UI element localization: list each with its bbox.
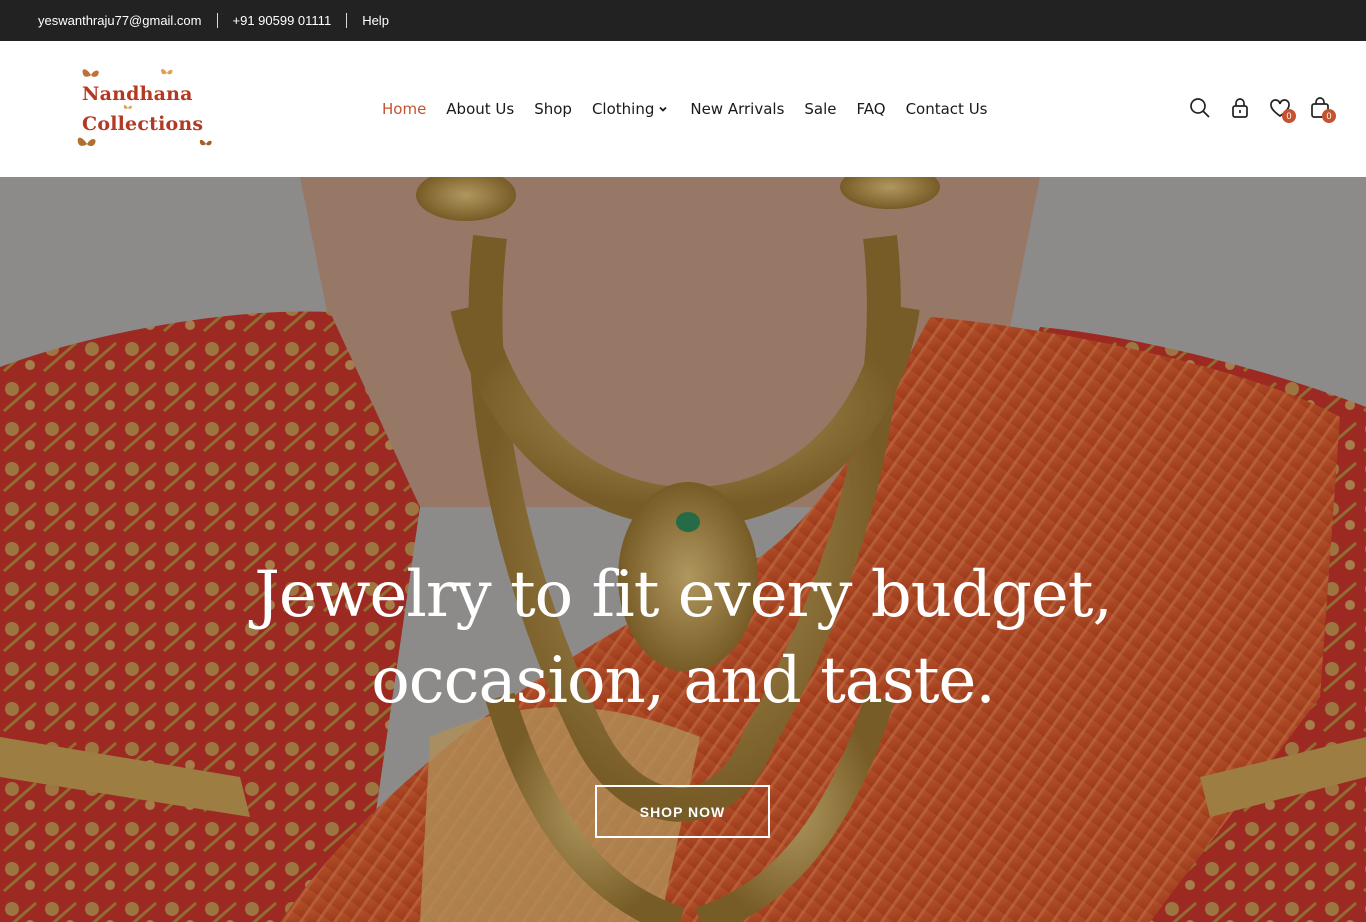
search-icon <box>1190 98 1210 118</box>
cart-button[interactable]: 0 <box>1300 93 1340 123</box>
nav-clothing[interactable]: Clothing <box>592 100 668 118</box>
butterfly-icon <box>161 68 173 75</box>
nav-contact-us[interactable]: Contact Us <box>906 100 988 118</box>
butterfly-icon <box>199 139 212 146</box>
site-header: Nandhana Collections Home About Us Shop … <box>0 41 1366 177</box>
brand-logo[interactable]: Nandhana Collections <box>70 63 220 158</box>
hero-title-line2: occasion, and taste. <box>371 644 995 718</box>
nav-sale[interactable]: Sale <box>804 100 836 118</box>
help-link[interactable]: Help <box>362 13 389 28</box>
main-nav: Home About Us Shop Clothing New Arrivals… <box>382 98 988 120</box>
divider <box>346 13 348 28</box>
search-button[interactable] <box>1180 93 1220 123</box>
nav-clothing-label: Clothing <box>591 100 655 118</box>
butterfly-icon <box>77 137 96 147</box>
nav-home[interactable]: Home <box>382 100 426 118</box>
hero-title-line1: Jewelry to fit every budget, <box>254 558 1113 632</box>
wishlist-button[interactable]: 0 <box>1260 93 1300 123</box>
hero-banner: Jewelry to fit every budget, occasion, a… <box>0 177 1366 922</box>
email-link[interactable]: yeswanthraju77@gmail.com <box>38 13 202 28</box>
shop-now-button[interactable]: SHOP NOW <box>595 785 770 838</box>
nav-new-arrivals[interactable]: New Arrivals <box>690 100 784 118</box>
nav-shop[interactable]: Shop <box>534 100 572 118</box>
account-button[interactable] <box>1220 93 1260 123</box>
header-icons: 0 0 <box>1180 93 1340 123</box>
top-bar: yeswanthraju77@gmail.com +91 90599 01111… <box>0 0 1366 41</box>
nav-faq[interactable]: FAQ <box>857 100 886 118</box>
brand-name-line2: Collections <box>82 113 204 135</box>
nav-about-us[interactable]: About Us <box>446 100 514 118</box>
brand-name-line1: Nandhana <box>82 83 193 105</box>
lock-icon <box>1232 98 1248 118</box>
cart-count-badge: 0 <box>1322 109 1336 123</box>
divider <box>216 13 218 28</box>
butterfly-icon <box>82 69 99 77</box>
chevron-down-icon <box>659 106 667 112</box>
phone-link[interactable]: +91 90599 01111 <box>233 13 332 28</box>
wishlist-count-badge: 0 <box>1282 109 1296 123</box>
hero-title: Jewelry to fit every budget, occasion, a… <box>0 552 1366 724</box>
